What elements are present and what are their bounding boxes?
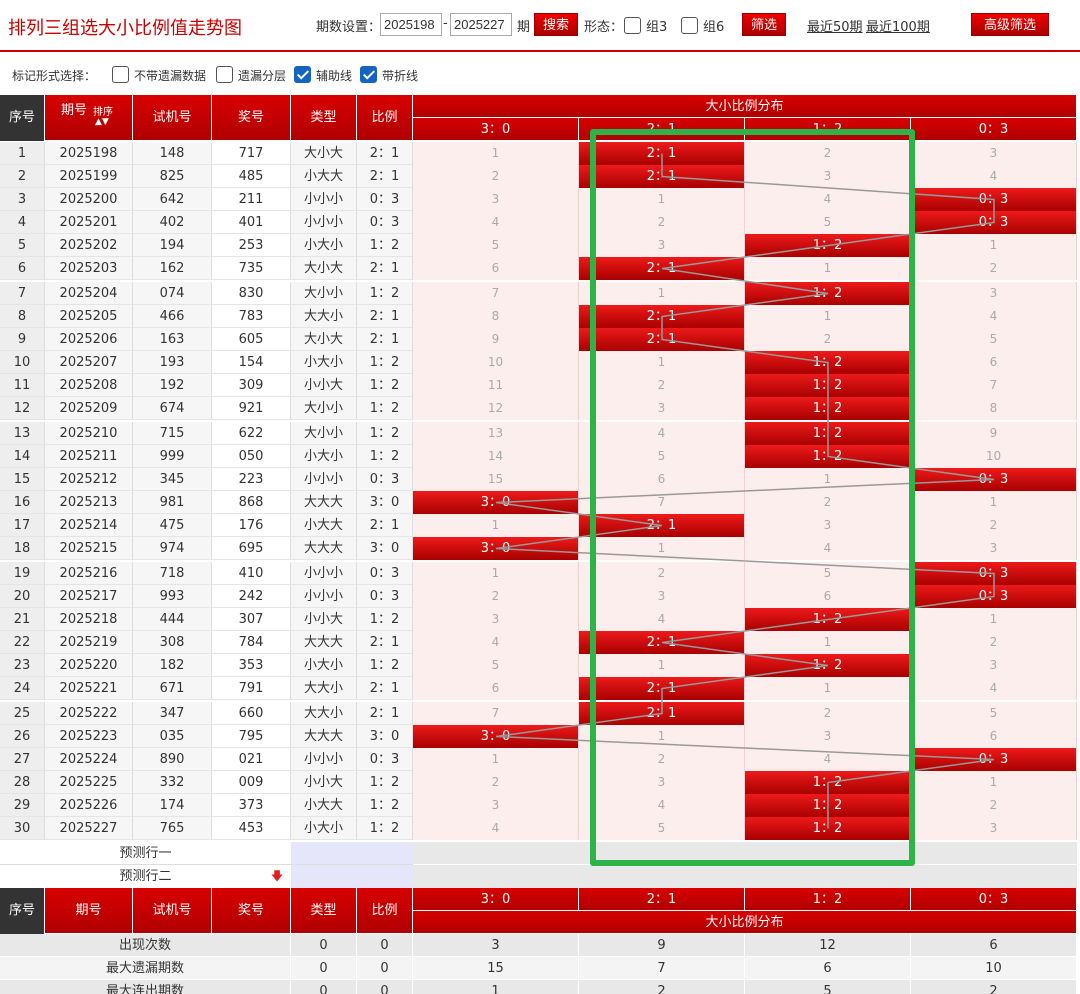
footer-col-03: 0：3 <box>911 888 1077 911</box>
stat-value: 15 <box>413 957 579 980</box>
stat-type: 0 <box>291 957 357 980</box>
stat-label: 最大遗漏期数 <box>0 957 291 980</box>
stat-value: 6 <box>911 934 1077 957</box>
stat-label: 最大连出期数 <box>0 980 291 994</box>
footer-col-30: 3：0 <box>413 888 579 911</box>
stat-value: 9 <box>579 934 745 957</box>
footer-col-21: 2：1 <box>579 888 745 911</box>
arrow-down-icon[interactable]: 🡇 <box>268 865 286 888</box>
footer-type: 类型 <box>291 888 357 934</box>
footer-prize: 奖号 <box>212 888 291 934</box>
stat-value: 10 <box>911 957 1077 980</box>
footer-period: 期号 <box>45 888 133 934</box>
footer-distribution-group: 大小比例分布 <box>413 911 1077 934</box>
stat-label: 出现次数 <box>0 934 291 957</box>
stat-value: 6 <box>745 957 911 980</box>
stat-ratio: 0 <box>357 934 413 957</box>
stat-type: 0 <box>291 980 357 994</box>
footer-ratio: 比例 <box>357 888 413 934</box>
footer-col-12: 1：2 <box>745 888 911 911</box>
stat-ratio: 0 <box>357 957 413 980</box>
stat-value: 2 <box>579 980 745 994</box>
stat-value: 2 <box>911 980 1077 994</box>
stat-type: 0 <box>291 934 357 957</box>
footer-seq: 序号 <box>0 888 45 934</box>
highlight-frame <box>590 129 915 866</box>
footer-test: 试机号 <box>133 888 212 934</box>
stat-value: 3 <box>413 934 579 957</box>
stat-value: 1 <box>413 980 579 994</box>
stat-value: 12 <box>745 934 911 957</box>
stat-value: 7 <box>579 957 745 980</box>
predict-row-1-input[interactable] <box>291 842 413 865</box>
predict-row-2-input[interactable] <box>291 865 413 888</box>
stat-ratio: 0 <box>357 980 413 994</box>
predict-row-2-area[interactable] <box>413 865 1077 888</box>
predict-row-2-label: 预测行二 <box>0 865 291 888</box>
predict-row-1-label: 预测行一 <box>0 842 291 865</box>
stat-value: 5 <box>745 980 911 994</box>
